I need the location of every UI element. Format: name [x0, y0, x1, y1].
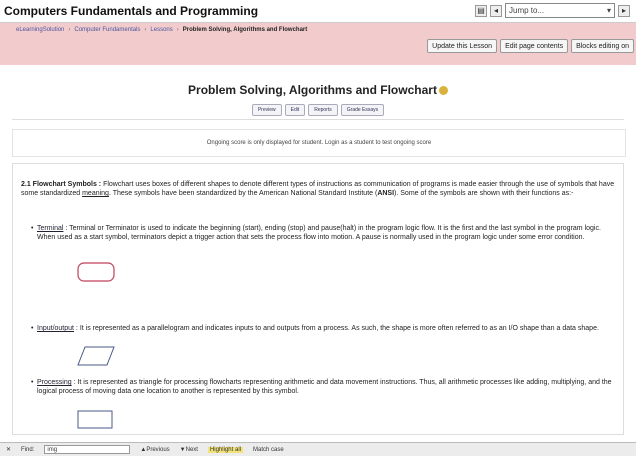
page-title: Problem Solving, Algorithms and Flowchar… [0, 83, 636, 97]
tab-reports[interactable]: Reports [308, 104, 338, 116]
blocks-editing-button[interactable]: Blocks editing on [571, 39, 634, 53]
chevron-down-icon: ▾ [606, 6, 611, 15]
jump-to-value: Jump to... [509, 6, 545, 15]
edit-page-button[interactable]: Edit page contents [500, 39, 569, 53]
term-terminal[interactable]: Terminal [37, 225, 63, 232]
intro-meaning: meaning [82, 190, 109, 197]
breadcrumb-lessons[interactable]: Lessons [150, 27, 172, 33]
update-lesson-button[interactable]: Update this Lesson [427, 39, 498, 53]
breadcrumb: eLearningSolution › Computer Fundamentals ›… [16, 27, 307, 33]
score-notice-text: Ongoing score is only displayed for stud… [206, 140, 432, 146]
lesson-content: 2.1 Flowchart Symbols : Flowchart uses b… [12, 163, 624, 435]
breadcrumb-separator: › [68, 27, 71, 33]
close-icon[interactable]: ✕ [6, 446, 11, 453]
highlight-all-button[interactable]: Highlight all [207, 446, 243, 453]
tab-edit[interactable]: Edit [284, 104, 306, 116]
intro-paragraph: 2.1 Flowchart Symbols : Flowchart uses b… [21, 180, 619, 198]
previous-label: Previous [146, 446, 170, 453]
arrow-left-icon[interactable]: ◂ [490, 4, 502, 17]
previous-button[interactable]: ▲Previous [140, 447, 169, 453]
intro-ansi: ANSI [377, 190, 395, 197]
course-title: Computers Fundamentals and Programming [4, 4, 259, 18]
match-case-checkbox[interactable]: Match case [253, 447, 284, 453]
terminal-shape-image [77, 262, 115, 282]
list-item-processing: • Processing : It is represented as tria… [31, 378, 615, 396]
find-label: Find: [21, 446, 35, 453]
breadcrumb-separator: › [176, 27, 179, 33]
bullet-dot: • [31, 325, 34, 332]
lesson-title-text: Problem Solving, Algorithms and Flowchar… [188, 83, 437, 97]
term-processing[interactable]: Processing [37, 379, 72, 386]
desc-input-output: : It is represented as a parallelogram a… [73, 325, 599, 332]
page-icon[interactable]: ▤ [475, 4, 487, 17]
course-header: Computers Fundamentals and Programming ▤… [0, 0, 636, 23]
help-icon[interactable] [438, 86, 448, 96]
breadcrumb-home[interactable]: eLearningSolution [16, 27, 64, 33]
term-input-output[interactable]: Input/output [37, 325, 74, 332]
breadcrumb-current: Problem Solving, Algorithms and Flowchar… [182, 27, 308, 33]
breadcrumb-course[interactable]: Computer Fundamentals [74, 27, 140, 33]
breadcrumb-separator: › [144, 27, 147, 33]
find-input[interactable]: img [44, 445, 131, 454]
header-controls: ▤ ◂ Jump to... ▾ ▸ [475, 3, 630, 18]
bullet-dot: • [31, 225, 34, 232]
jump-to-select[interactable]: Jump to... ▾ [505, 3, 615, 18]
section-heading: 2.1 Flowchart Symbols : [21, 181, 102, 188]
nav-buttons: Update this Lesson Edit page contents Bl… [427, 39, 634, 53]
arrow-right-icon[interactable]: ▸ [618, 4, 630, 17]
next-button[interactable]: ▼Next [180, 447, 198, 453]
process-shape-image [77, 410, 113, 429]
next-label: Next [185, 446, 198, 453]
list-item-terminal: • Terminal : Terminal or Terminator is u… [31, 224, 615, 242]
score-notice: Ongoing score is only displayed for stud… [12, 129, 626, 157]
desc-processing: : It is represented as triangle for proc… [37, 379, 612, 395]
intro-text-b: . These symbols have been standardized b… [108, 190, 378, 197]
find-bar: ✕ Find: img ▲Previous ▼Next Highlight al… [0, 442, 636, 456]
intro-text-c: ). Some of the symbols are shown with th… [394, 190, 574, 197]
bullet-dot: • [31, 379, 34, 386]
navbar: eLearningSolution › Computer Fundamentals ›… [0, 23, 636, 65]
list-item-input-output: • Input/output : It is represented as a … [31, 324, 615, 333]
parallelogram-shape-image [77, 346, 115, 366]
desc-terminal: : Terminal or Terminator is used to indi… [37, 225, 601, 241]
tab-preview[interactable]: Preview [251, 104, 282, 116]
tab-grade-essays[interactable]: Grade Essays [340, 104, 385, 116]
divider [12, 119, 624, 120]
lesson-tabs: Preview Edit Reports Grade Essays [0, 104, 636, 116]
